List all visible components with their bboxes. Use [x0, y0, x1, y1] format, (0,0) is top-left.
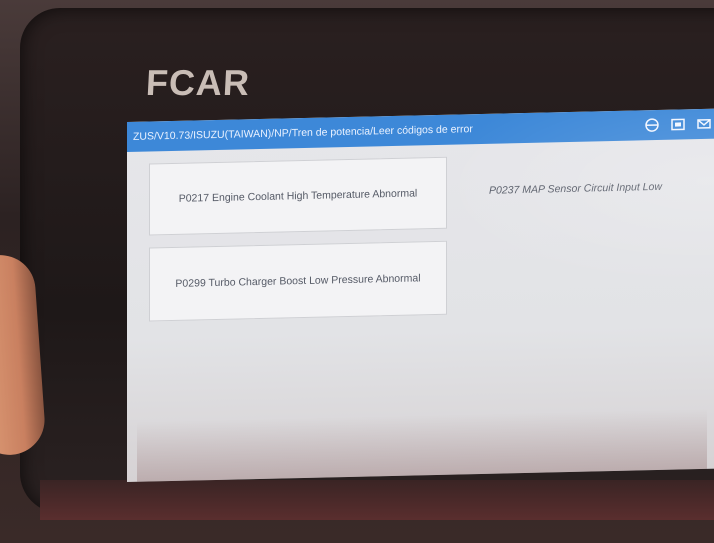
error-code-text: P0299 Turbo Charger Boost Low Pressure A… [175, 271, 421, 290]
error-code-item[interactable]: P0217 Engine Coolant High Temperature Ab… [149, 156, 447, 236]
globe-icon[interactable] [639, 110, 665, 141]
breadcrumb: ZUS/V10.73/ISUZU(TAIWAN)/NP/Tren de pote… [133, 123, 473, 143]
error-code-text: P0237 MAP Sensor Circuit Input Low [489, 180, 662, 197]
error-code-text: P0217 Engine Coolant High Temperature Ab… [178, 186, 418, 205]
screenshot-icon[interactable] [665, 109, 691, 140]
error-code-list: P0217 Engine Coolant High Temperature Ab… [127, 139, 714, 482]
tablet-screen: ZUS/V10.73/ISUZU(TAIWAN)/NP/Tren de pote… [127, 108, 714, 483]
error-code-item[interactable]: P0299 Turbo Charger Boost Low Pressure A… [149, 240, 447, 322]
tablet-bottom-edge [40, 480, 714, 520]
mail-icon[interactable] [691, 109, 714, 140]
brand-logo: FCAR [144, 62, 252, 103]
error-code-item[interactable]: P0237 MAP Sensor Circuit Input Low [449, 151, 714, 227]
